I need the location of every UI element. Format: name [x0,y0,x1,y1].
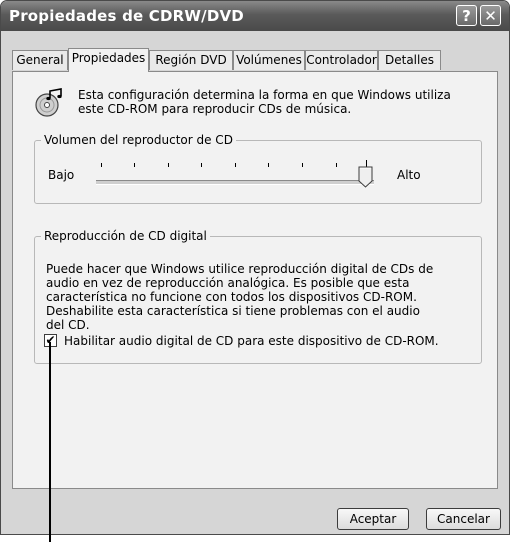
volume-slider-track[interactable] [96,180,374,185]
volume-slider-thumb[interactable] [358,166,373,188]
tab-detalles[interactable]: Detalles [378,50,441,70]
accept-button[interactable]: Aceptar [337,508,409,530]
slider-tick [336,163,337,167]
tab-propiedades[interactable]: Propiedades [68,48,149,72]
title-bar[interactable]: Propiedades de CDRW/DVD ? ✕ [1,1,509,31]
volume-low-label: Bajo [48,168,75,182]
help-button[interactable]: ? [456,5,477,26]
tab-region-dvd[interactable]: Región DVD [149,50,233,70]
tab-general[interactable]: General [12,50,68,70]
tab-controlador[interactable]: Controlador [305,50,378,70]
slider-tick [101,163,102,167]
digital-group-title: Reproducción de CD digital [41,229,210,243]
volume-high-label: Alto [397,168,421,182]
window-title: Propiedades de CDRW/DVD [9,7,244,25]
tab-volumenes[interactable]: Volúmenes [233,50,305,70]
volume-group-title: Volumen del reproductor de CD [41,133,236,147]
slider-tick [168,163,169,167]
digital-audio-checkbox-label[interactable]: Habilitar audio digital de CD para este … [64,334,439,348]
close-button[interactable]: ✕ [480,5,501,26]
slider-tick [201,163,202,167]
slider-tick [134,163,135,167]
cd-audio-icon [35,88,62,117]
slider-tick [268,163,269,167]
cancel-button[interactable]: Cancelar [426,508,501,530]
intro-text: Esta configuración determina la forma en… [78,88,451,116]
callout-line [49,342,51,542]
digital-description: Puede hacer que Windows utilice reproduc… [46,262,434,332]
slider-tick [235,163,236,167]
slider-tick [302,163,303,167]
